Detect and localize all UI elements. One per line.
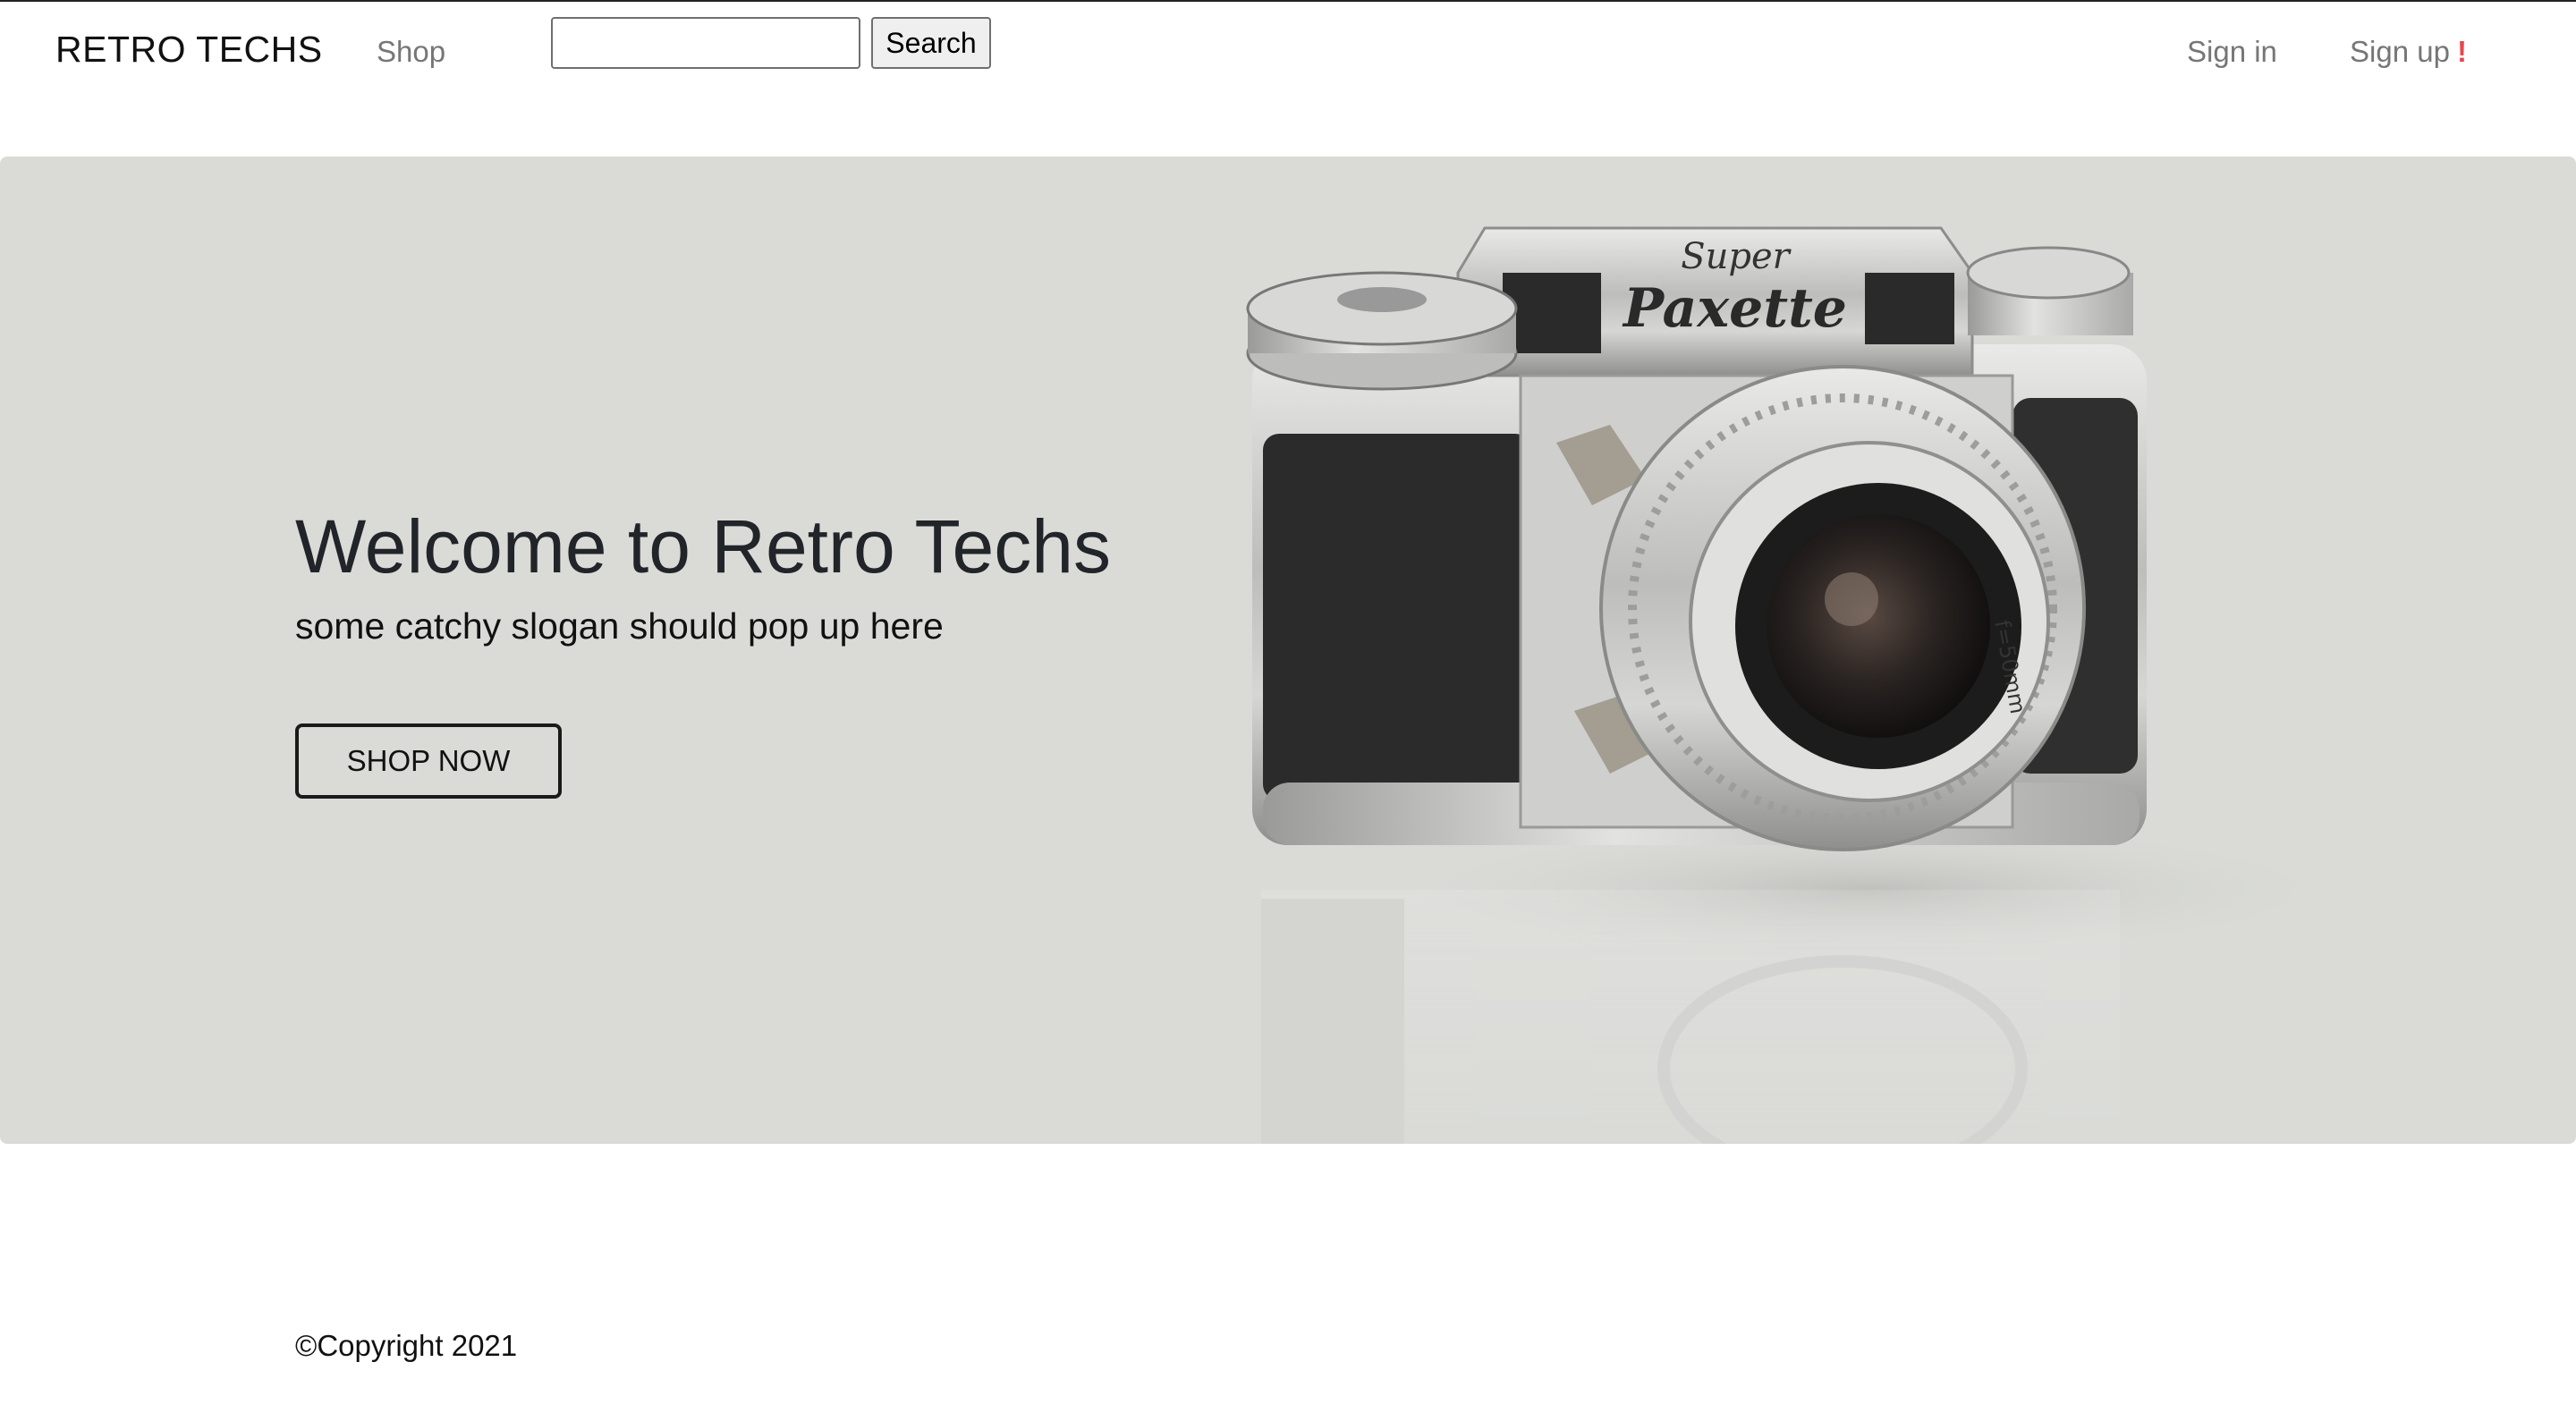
hero-title: Welcome to Retro Techs — [295, 504, 1111, 588]
hero-banner: Welcome to Retro Techs some catchy sloga… — [0, 157, 2576, 1144]
search-button[interactable]: Search — [871, 17, 991, 69]
nav-link-shop[interactable]: Shop — [377, 35, 445, 69]
nav-link-sign-in[interactable]: Sign in — [2187, 35, 2277, 69]
shop-now-button[interactable]: SHOP NOW — [295, 723, 562, 799]
navbar: RETRO TECHS Shop Search Sign in Sign up! — [0, 2, 2576, 100]
hero-camera-image: Super Paxette f=50mm — [1246, 226, 2370, 1144]
camera-brand-text-super: Super — [1681, 236, 1792, 277]
sign-up-alert-badge: ! — [2456, 35, 2467, 68]
nav-link-sign-up[interactable]: Sign up! — [2350, 35, 2467, 69]
footer-copyright: ©Copyright 2021 — [295, 1329, 518, 1362]
search-input[interactable] — [551, 17, 860, 69]
camera-brand-text-paxette: Paxette — [1622, 277, 1847, 340]
hero-slogan: some catchy slogan should pop up here — [295, 605, 944, 647]
sign-up-label: Sign up — [2350, 35, 2450, 68]
page: RETRO TECHS Shop Search Sign in Sign up!… — [0, 0, 2576, 1413]
brand-logo[interactable]: RETRO TECHS — [55, 29, 323, 71]
